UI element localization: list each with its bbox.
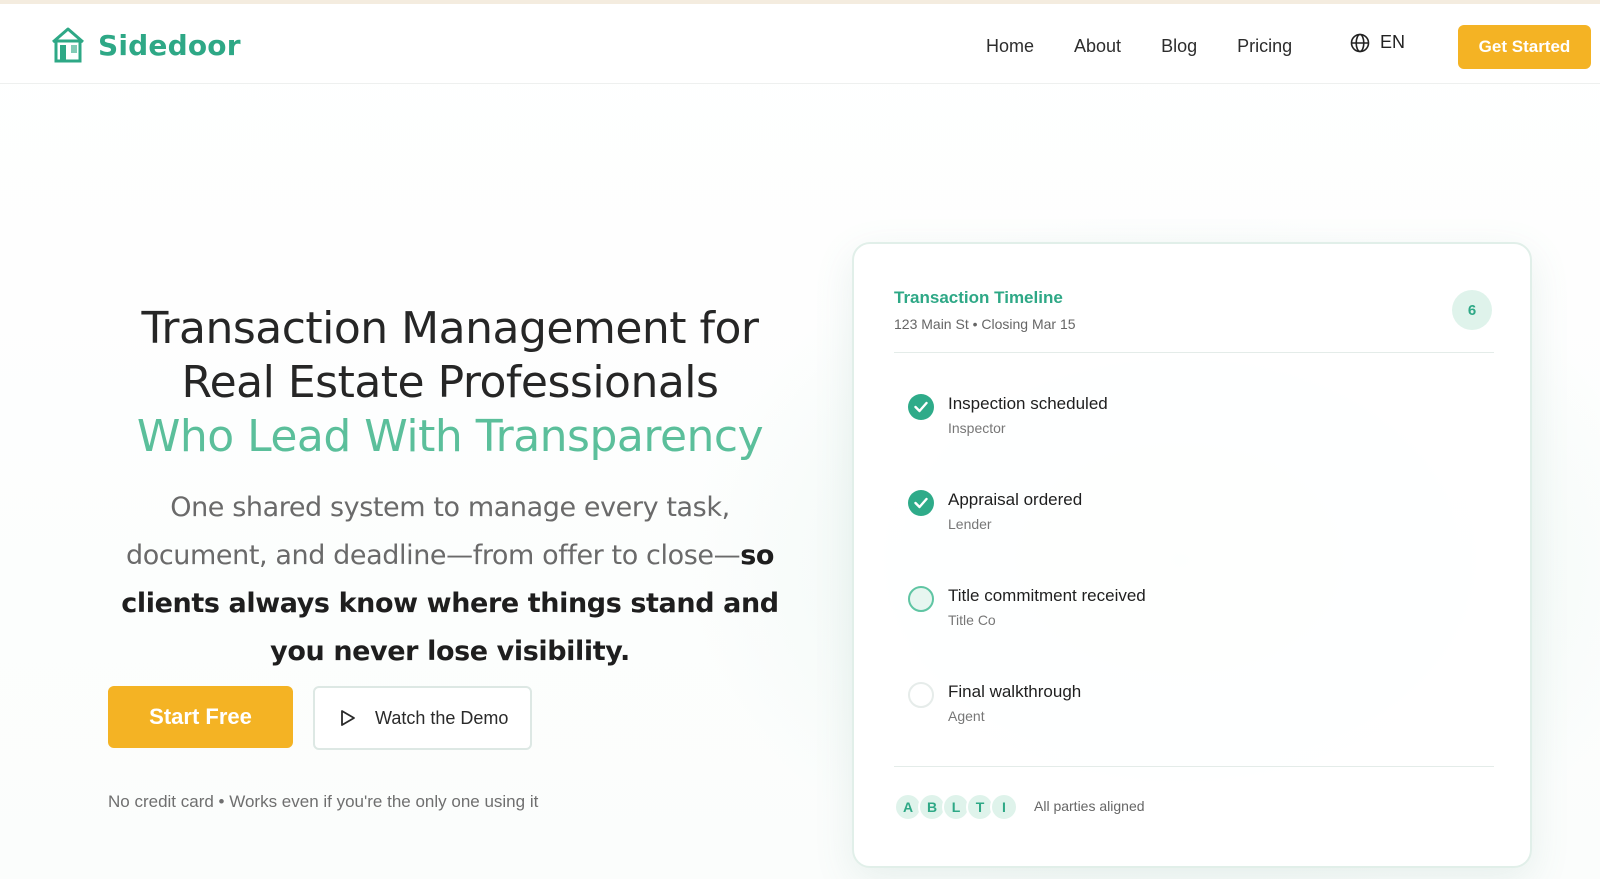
transaction-timeline-card: Transaction Timeline 123 Main St • Closi… bbox=[852, 242, 1532, 868]
language-selector[interactable]: EN bbox=[1350, 32, 1405, 53]
play-icon bbox=[341, 710, 355, 726]
hero-title-line1: Transaction Management for bbox=[141, 303, 759, 354]
task-name: Final walkthrough bbox=[948, 682, 1082, 701]
timeline-task[interactable]: Final walkthrough Agent bbox=[908, 678, 1468, 738]
hero-title-accent: Who Lead With Transparency bbox=[136, 411, 764, 462]
task-role: Lender bbox=[948, 516, 992, 532]
main-nav: Home About Blog Pricing bbox=[986, 30, 1332, 62]
get-started-button[interactable]: Get Started bbox=[1458, 25, 1591, 69]
timeline-task[interactable]: Inspection scheduled Inspector bbox=[908, 390, 1468, 450]
card-divider-top bbox=[894, 352, 1494, 353]
task-name: Appraisal ordered bbox=[948, 490, 1083, 509]
task-role: Inspector bbox=[948, 420, 1006, 436]
task-name: Title commitment received bbox=[948, 586, 1146, 605]
task-role: Title Co bbox=[948, 612, 996, 628]
timeline-task[interactable]: Title commitment received Title Co bbox=[908, 582, 1468, 642]
task-name: Inspection scheduled bbox=[948, 394, 1108, 413]
nav-home[interactable]: Home bbox=[986, 36, 1034, 57]
brand-logo[interactable]: Sidedoor bbox=[50, 26, 241, 64]
nav-pricing[interactable]: Pricing bbox=[1237, 36, 1292, 57]
language-label: EN bbox=[1380, 32, 1406, 52]
hero-subtitle-plain: One shared system to manage every task, … bbox=[125, 492, 741, 571]
check-icon bbox=[908, 490, 934, 516]
watch-demo-button[interactable]: Watch the Demo bbox=[313, 686, 532, 750]
in-progress-circle-icon bbox=[908, 586, 934, 612]
hero-fineprint: No credit card • Works even if you're th… bbox=[108, 792, 539, 811]
brand-name: Sidedoor bbox=[98, 28, 241, 62]
pending-circle-icon bbox=[908, 682, 934, 708]
hero-title: Transaction Management for Real Estate P… bbox=[100, 302, 800, 464]
nav-blog[interactable]: Blog bbox=[1161, 36, 1197, 57]
timeline-task[interactable]: Appraisal ordered Lender bbox=[908, 486, 1468, 546]
card-divider-bottom bbox=[894, 766, 1494, 767]
card-subtitle: 123 Main St • Closing Mar 15 bbox=[894, 316, 1076, 332]
task-role: Agent bbox=[948, 708, 985, 724]
hero-title-line2: Real Estate Professionals bbox=[181, 357, 719, 408]
globe-icon bbox=[1350, 33, 1370, 52]
avatar: I bbox=[990, 793, 1018, 821]
task-count-badge: 6 bbox=[1452, 290, 1492, 330]
watch-demo-label: Watch the Demo bbox=[375, 707, 509, 728]
hero-subtitle: One shared system to manage every task, … bbox=[108, 484, 792, 676]
nav-about[interactable]: About bbox=[1074, 36, 1121, 57]
house-logo-icon bbox=[52, 27, 84, 63]
start-free-button[interactable]: Start Free bbox=[108, 686, 293, 748]
card-title: Transaction Timeline bbox=[894, 288, 1063, 307]
site-header: Sidedoor Home About Blog Pricing EN Get … bbox=[0, 4, 1600, 84]
party-avatars: A B L T I bbox=[894, 792, 1018, 822]
check-icon bbox=[908, 394, 934, 420]
parties-aligned-label: All parties aligned bbox=[1034, 798, 1145, 814]
